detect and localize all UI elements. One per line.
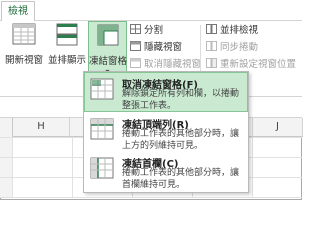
freeze-panes-menu: 取消凍結窗格(F) 解除鎖定所有列和欄，以捲動整張工作表。 凍結頂端列(R) 捲… (83, 71, 249, 193)
menu-item-description: 解除鎖定所有列和欄，以捲動整張工作表。 (122, 89, 240, 111)
menu-item-description: 捲動工作表的其他部分時，讓首欄維持可見。 (122, 168, 240, 190)
side-by-side-label: 並排檢視 (220, 25, 259, 36)
freeze-panes-icon (95, 22, 121, 53)
sync-scroll-icon (206, 41, 217, 51)
menu-item-freeze-top-row[interactable]: 凍結頂端列(R) 捲動工作表的其他部分時，讓上方的列維持可見。 (85, 113, 247, 151)
sync-scroll-label: 同步捲動 (220, 42, 259, 53)
arrange-all-label: 並排顯示 (47, 55, 86, 66)
side-by-side-button[interactable]: 並排檢視 (206, 23, 258, 38)
menu-item-freeze-first-column[interactable]: 凍結首欄(C) 捲動工作表的其他部分時，讓首欄維持可見。 (85, 152, 247, 190)
freeze-panes-label: 凍結窗格 (89, 56, 128, 67)
unhide-button[interactable]: 取消隱藏視窗 (130, 57, 201, 72)
hide-label: 隱藏視窗 (144, 42, 183, 53)
arrange-all-icon (54, 21, 80, 52)
tab-view[interactable]: 檢視 (1, 1, 35, 22)
new-window-label: 開新視窗 (4, 55, 43, 66)
hide-icon (130, 41, 141, 51)
freeze-first-column-icon (90, 156, 114, 180)
reset-position-label: 重新設定視窗位置 (220, 59, 297, 70)
freeze-top-row-icon (90, 117, 114, 141)
column-header[interactable]: J (253, 118, 303, 137)
new-window-button[interactable]: 開新視窗 (2, 21, 46, 83)
unfreeze-panes-icon (90, 77, 114, 101)
split-button[interactable]: 分割 (130, 23, 163, 38)
reset-position-button[interactable]: 重新設定視窗位置 (206, 57, 296, 72)
split-label: 分割 (144, 25, 164, 36)
unhide-label: 取消隱藏視窗 (144, 59, 202, 70)
sync-scroll-button[interactable]: 同步捲動 (206, 40, 258, 55)
unhide-icon (130, 58, 141, 68)
side-by-side-icon (206, 24, 217, 34)
new-window-icon (11, 21, 37, 52)
menu-item-description: 捲動工作表的其他部分時，讓上方的列維持可見。 (122, 129, 240, 151)
column-header[interactable]: H (13, 118, 70, 137)
arrange-all-button[interactable]: 並排顯示 (47, 21, 87, 83)
reset-position-icon (206, 58, 217, 68)
menu-item-unfreeze-panes[interactable]: 取消凍結窗格(F) 解除鎖定所有列和欄，以捲動整張工作表。 (84, 72, 248, 112)
hide-button[interactable]: 隱藏視窗 (130, 40, 182, 55)
ribbon-tab-row: 檢視 (0, 0, 302, 22)
split-icon (130, 24, 141, 34)
